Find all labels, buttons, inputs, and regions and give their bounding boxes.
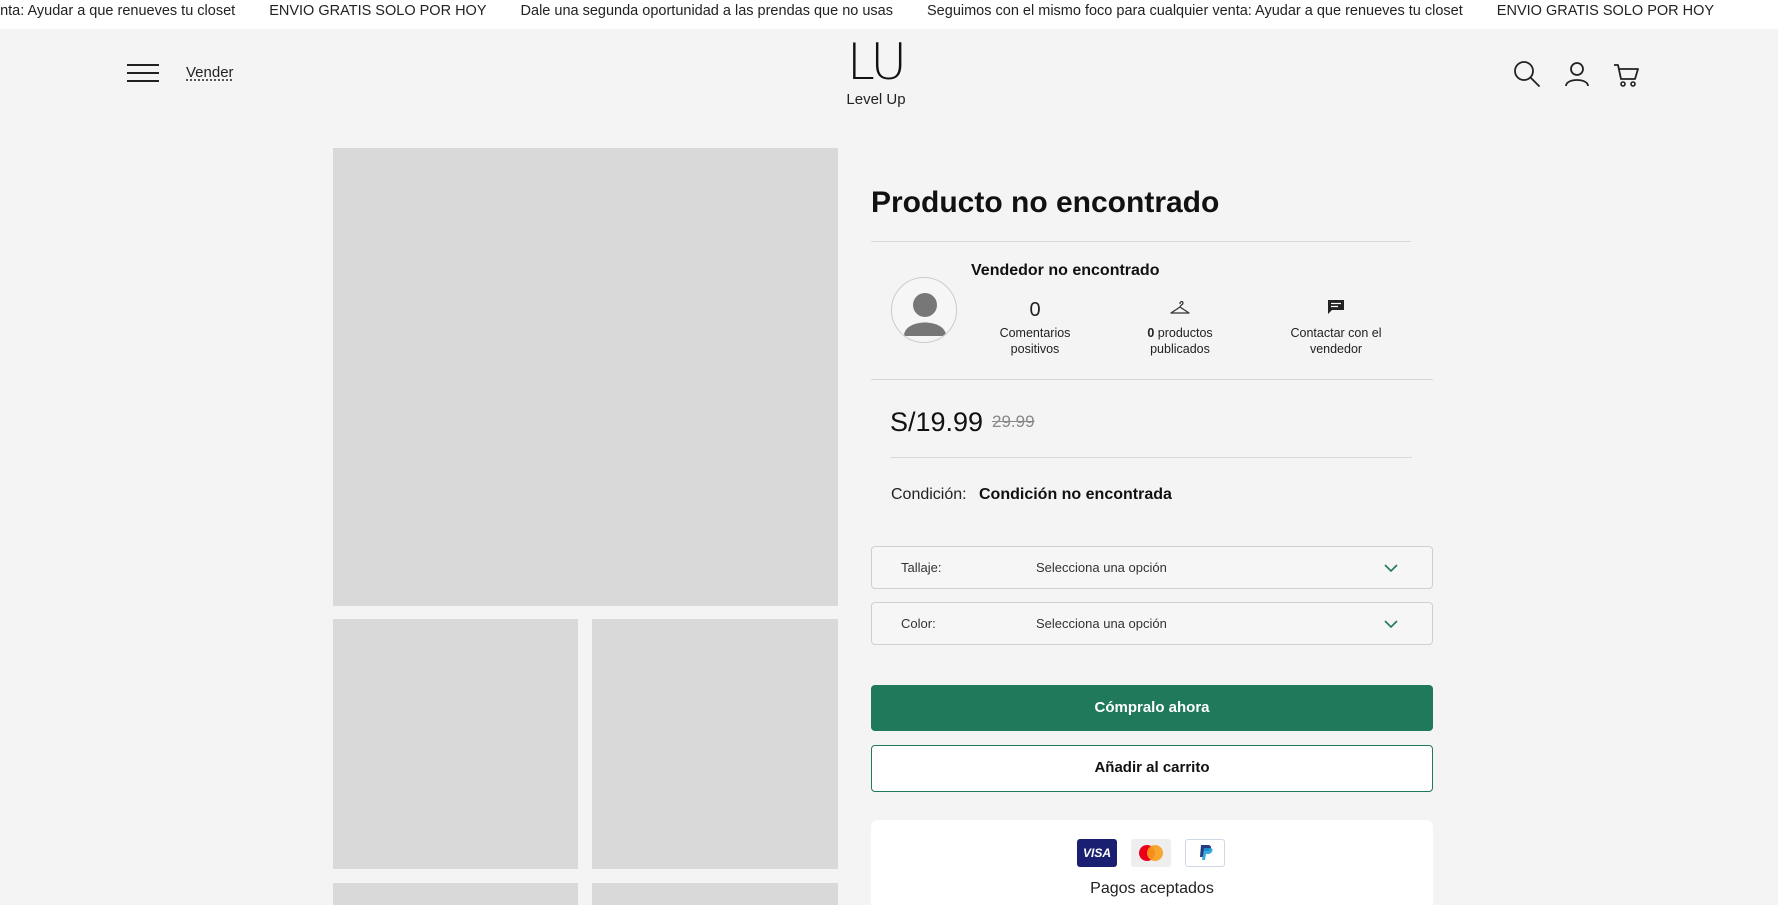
divider: [890, 457, 1412, 458]
chevron-down-icon: [1382, 559, 1400, 577]
announcement-item: ENVIO GRATIS SOLO POR HOY: [1496, 3, 1715, 19]
divider: [871, 241, 1411, 242]
product-thumbnail[interactable]: [592, 619, 838, 869]
contact-seller[interactable]: Contactar con el vendedor: [1280, 299, 1392, 357]
buy-now-button[interactable]: Cómpralo ahora: [871, 685, 1433, 731]
visa-text: VISA: [1082, 846, 1111, 860]
divider: [871, 379, 1433, 380]
comments-label: positivos: [1010, 342, 1060, 356]
size-value: Selecciona una opción: [1036, 560, 1167, 575]
logo-mark: LU: [847, 33, 907, 91]
condition-value: Condición no encontrada: [979, 486, 1172, 503]
products-label: productos: [1157, 326, 1213, 340]
announcement-item: enta: Ayudar a que renueves tu closet: [0, 3, 236, 19]
announcement-item: Seguimos con el mismo foco para cualquie…: [927, 3, 1463, 19]
hamburger-icon[interactable]: [127, 64, 159, 84]
product-thumbnail[interactable]: [333, 619, 578, 869]
color-label: Color:: [901, 616, 936, 631]
product-thumbnail[interactable]: [592, 883, 838, 905]
hanger-icon: [1130, 299, 1230, 325]
announcement-item: ENVIO GRATIS SOLO POR HOY: [269, 3, 487, 19]
seller-name[interactable]: Vendedor no encontrado: [971, 262, 1159, 280]
comments-count: 0: [1029, 299, 1041, 321]
user-icon[interactable]: [1562, 59, 1592, 89]
comments-label: Comentarios: [999, 326, 1071, 340]
size-label: Tallaje:: [901, 560, 942, 575]
color-select[interactable]: Color: Selecciona una opción: [871, 602, 1433, 645]
announcement-track: enta: Ayudar a que renueves tu closet EN…: [0, 3, 1744, 19]
logo-text: Level Up: [846, 91, 906, 108]
product-old-price: 29.99: [992, 412, 1035, 431]
product-main-image[interactable]: [333, 148, 838, 606]
products-label: publicados: [1150, 342, 1210, 356]
logo[interactable]: LU Level Up: [836, 37, 916, 108]
seller-avatar[interactable]: [891, 277, 957, 343]
products-count: 0: [1147, 326, 1155, 340]
visa-icon: VISA: [1077, 839, 1117, 867]
size-select[interactable]: Tallaje: Selecciona una opción: [871, 546, 1433, 589]
condition-label: Condición:: [891, 486, 967, 503]
chevron-down-icon: [1382, 615, 1400, 633]
contact-label: vendedor: [1309, 342, 1363, 356]
accepted-payments: VISA Pagos aceptados: [871, 820, 1433, 905]
contact-label: Contactar con el: [1290, 326, 1382, 340]
paypal-icon: [1185, 839, 1225, 867]
announcement-bar: enta: Ayudar a que renueves tu closet EN…: [0, 0, 1778, 29]
add-to-cart-button[interactable]: Añadir al carrito: [871, 745, 1433, 792]
mastercard-icon: [1131, 839, 1171, 867]
products-published-stat[interactable]: 0 productos publicados: [1130, 299, 1230, 357]
product-title: Producto no encontrado: [871, 186, 1220, 219]
payments-label: Pagos aceptados: [1090, 880, 1214, 897]
site-header: Vender LU Level Up: [0, 29, 1778, 119]
cart-icon[interactable]: [1611, 59, 1641, 89]
chat-icon: [1280, 299, 1392, 325]
positive-comments-stat: 0 Comentarios positivos: [990, 299, 1080, 357]
vender-link[interactable]: Vender: [186, 64, 234, 81]
color-value: Selecciona una opción: [1036, 616, 1167, 631]
product-price: S/19.99: [890, 407, 984, 437]
search-icon[interactable]: [1512, 59, 1542, 89]
product-thumbnail[interactable]: [333, 883, 578, 905]
announcement-item: Dale una segunda oportunidad a las prend…: [520, 3, 893, 19]
